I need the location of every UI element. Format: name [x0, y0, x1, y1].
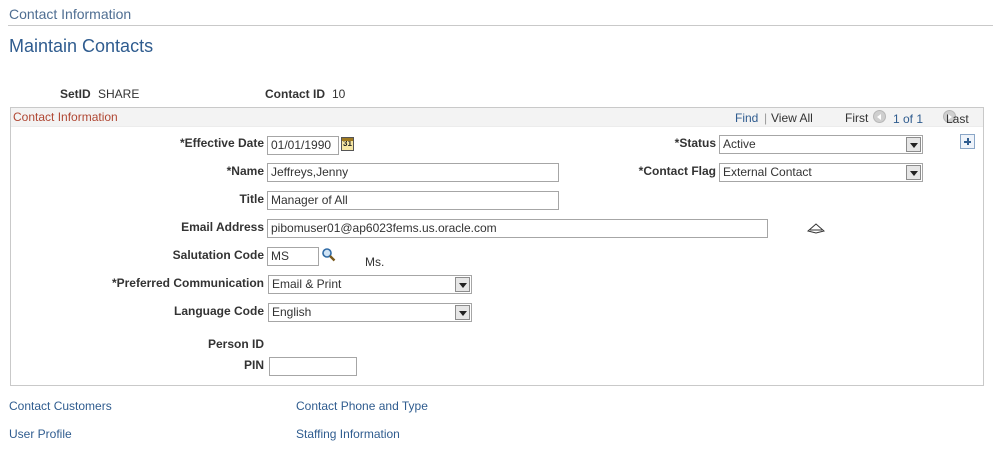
chevron-down-icon — [455, 305, 470, 320]
section-header: Contact Information Find | View All Firs… — [11, 108, 983, 127]
breadcrumb: Contact Information — [9, 6, 132, 22]
view-all-link[interactable]: View All — [771, 111, 813, 125]
calendar-icon[interactable]: 31 — [341, 137, 354, 151]
name-label: *Name — [226, 164, 264, 178]
email-input[interactable]: pibomuser01@ap6023fems.us.oracle.com — [267, 219, 768, 238]
status-select[interactable]: Active — [719, 135, 923, 154]
person-id-label: Person ID — [207, 337, 264, 351]
title-input[interactable]: Manager of All — [267, 191, 559, 210]
salutation-description: Ms. — [365, 255, 385, 269]
language-code-select[interactable]: English — [268, 303, 472, 322]
pin-input[interactable] — [269, 357, 357, 376]
page-indicator: 1 of 1 — [893, 112, 924, 126]
chevron-left-icon[interactable] — [873, 110, 886, 123]
contact-flag-select[interactable]: External Contact — [719, 163, 923, 182]
contact-customers-link[interactable]: Contact Customers — [9, 399, 112, 413]
salutation-input[interactable]: MS — [267, 247, 319, 266]
page-title: Maintain Contacts — [9, 36, 154, 56]
search-icon[interactable] — [321, 247, 336, 262]
name-input[interactable]: Jeffreys,Jenny — [267, 163, 559, 182]
breadcrumb-divider — [8, 25, 993, 26]
status-value: Active — [723, 137, 756, 151]
contact-flag-label: *Contact Flag — [638, 164, 716, 178]
preferred-communication-label: *Preferred Communication — [111, 276, 264, 290]
setid-value: SHARE — [98, 87, 140, 101]
pin-label: PIN — [243, 358, 264, 372]
effective-date-label: *Effective Date — [179, 136, 264, 150]
language-code-label: Language Code — [173, 304, 264, 318]
first-label: First — [845, 111, 869, 125]
add-row-button[interactable] — [960, 134, 975, 149]
find-link[interactable]: Find — [735, 111, 758, 125]
preferred-communication-value: Email & Print — [272, 277, 342, 291]
email-send-icon[interactable] — [807, 222, 825, 234]
user-profile-link[interactable]: User Profile — [9, 427, 72, 441]
chevron-down-icon — [906, 137, 921, 152]
status-label: *Status — [674, 136, 716, 150]
effective-date-input[interactable]: 01/01/1990 — [267, 136, 339, 155]
last-label: Last — [946, 112, 969, 126]
nav-separator: | — [764, 111, 768, 125]
section-title: Contact Information — [13, 110, 118, 124]
preferred-communication-select[interactable]: Email & Print — [268, 275, 472, 294]
title-label: Title — [239, 192, 264, 206]
contact-flag-value: External Contact — [723, 165, 812, 179]
chevron-down-icon — [455, 277, 470, 292]
setid-label: SetID — [60, 87, 91, 101]
salutation-label: Salutation Code — [172, 248, 264, 262]
staffing-information-link[interactable]: Staffing Information — [296, 427, 400, 441]
email-label: Email Address — [181, 220, 264, 234]
chevron-down-icon — [906, 165, 921, 180]
contact-phone-link[interactable]: Contact Phone and Type — [296, 399, 428, 413]
contact-id-value: 10 — [332, 87, 346, 101]
contact-id-label: Contact ID — [265, 87, 325, 101]
language-code-value: English — [272, 305, 312, 319]
